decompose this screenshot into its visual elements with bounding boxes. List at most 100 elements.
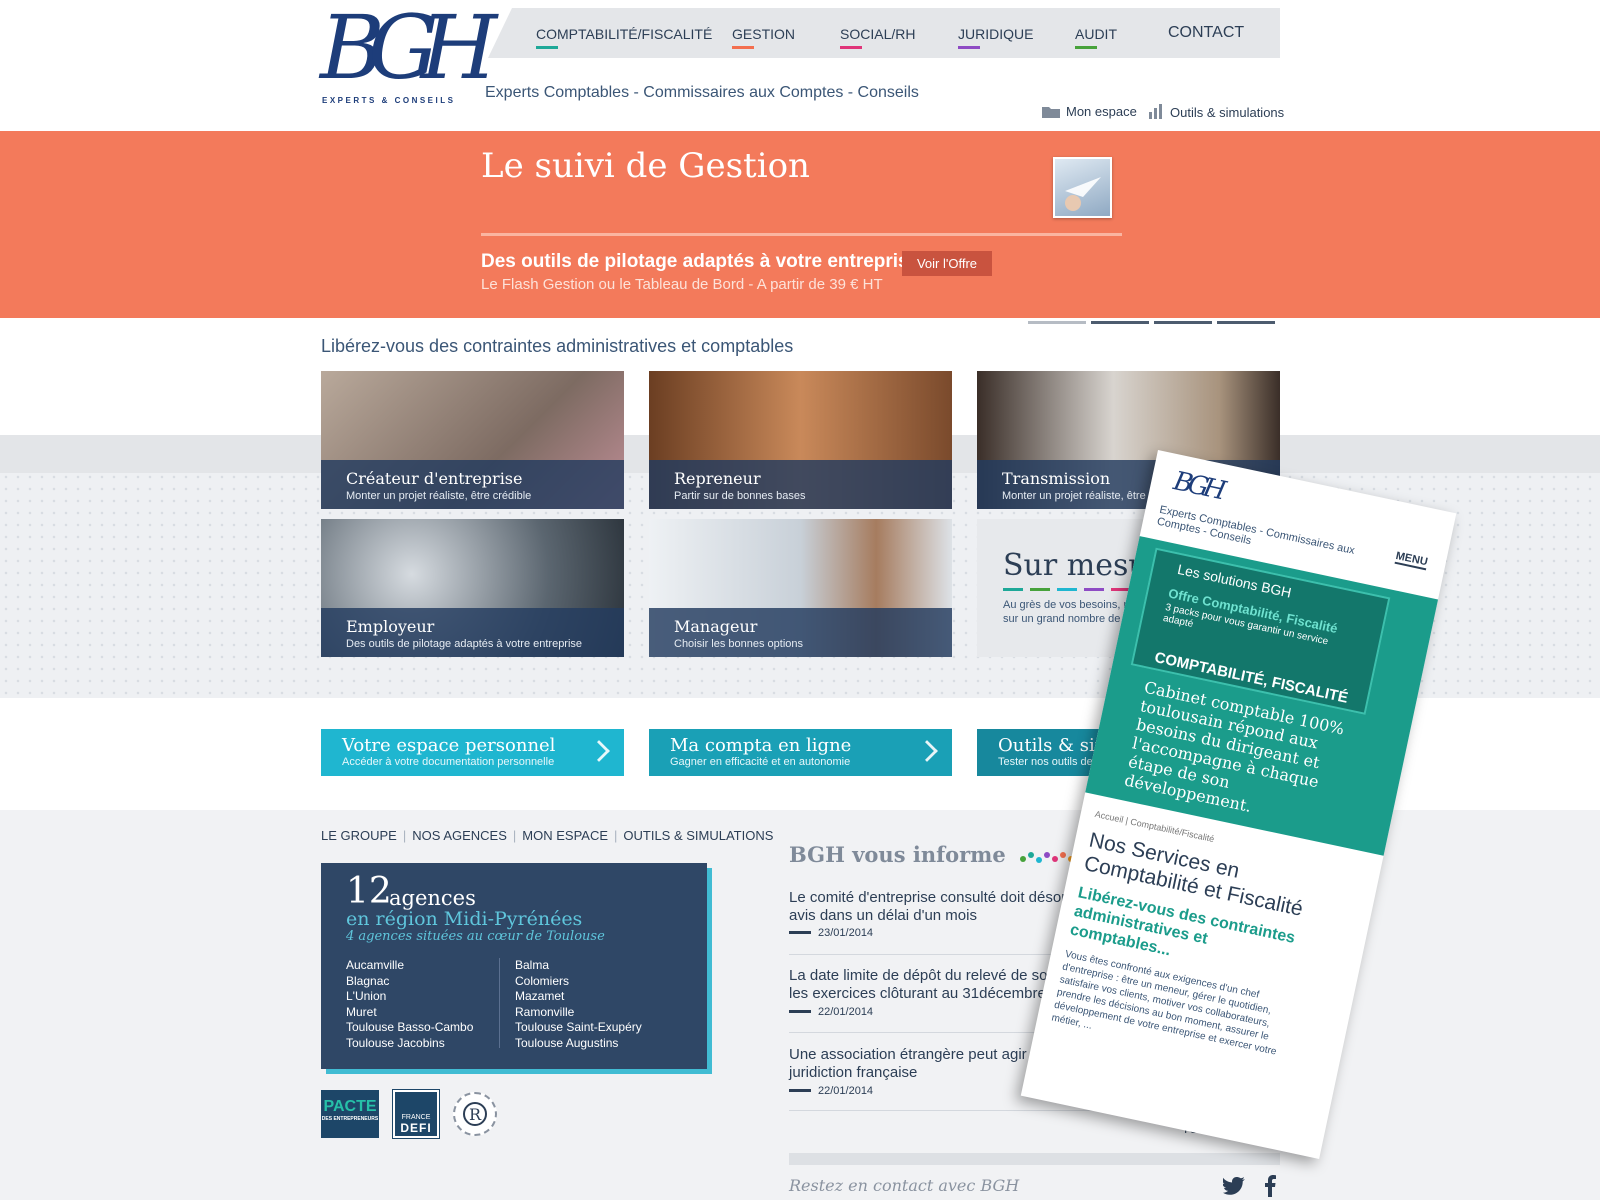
swatch bbox=[1084, 588, 1104, 591]
mon-espace-label: Mon espace bbox=[1066, 104, 1137, 119]
footer-link-outils[interactable]: OUTILS & SIMULATIONS bbox=[623, 828, 773, 843]
agency-count: 12 bbox=[346, 871, 392, 912]
seal-mark: R bbox=[463, 1102, 487, 1126]
agency-item[interactable]: Toulouse Augustins bbox=[515, 1036, 642, 1052]
agency-item[interactable]: Muret bbox=[346, 1005, 473, 1021]
agency-item[interactable]: Colomiers bbox=[515, 974, 642, 990]
card-caption: Repreneur Partir sur de bonnes bases bbox=[649, 460, 952, 509]
agency-item[interactable]: L'Union bbox=[346, 989, 473, 1005]
agency-item[interactable]: Blagnac bbox=[346, 974, 473, 990]
mobile-menu-button[interactable]: MENU bbox=[1394, 549, 1429, 571]
quality-seal-icon[interactable]: R bbox=[453, 1092, 497, 1136]
footer-links: LE GROUPE | NOS AGENCES | MON ESPACE | OUTILS … bbox=[321, 828, 773, 843]
swatch bbox=[1057, 588, 1077, 591]
agencies-box: 12 agences en région Midi-Pyrénées 4 age… bbox=[321, 863, 707, 1069]
contact-bar bbox=[789, 1153, 1280, 1165]
slider-dot-1[interactable] bbox=[1028, 321, 1086, 324]
cta-compta-en-ligne[interactable]: Ma compta en ligne Gagner en efficacité e… bbox=[649, 729, 952, 776]
france-defi-badge[interactable]: FRANCE DEFI bbox=[392, 1089, 440, 1139]
outils-link[interactable]: Outils & simulations bbox=[1148, 104, 1284, 123]
nav-audit[interactable]: AUDIT bbox=[1075, 26, 1117, 49]
nav-gestion[interactable]: GESTION bbox=[732, 26, 796, 49]
card-title: Repreneur bbox=[674, 469, 761, 488]
nav-underline bbox=[732, 46, 754, 49]
logo-tagline: EXPERTS & CONSEILS bbox=[322, 96, 456, 105]
footer-link-agences[interactable]: NOS AGENCES bbox=[412, 828, 507, 843]
news-dash bbox=[789, 1089, 811, 1092]
card-employeur[interactable]: Employeur Des outils de pilotage adaptés … bbox=[321, 519, 624, 657]
news-date: 22/01/2014 bbox=[818, 1006, 874, 1018]
nav-social[interactable]: SOCIAL/RH bbox=[840, 26, 916, 49]
agency-item[interactable]: Toulouse Jacobins bbox=[346, 1036, 473, 1052]
paper-plane-icon bbox=[1065, 177, 1101, 211]
nav-label: GESTION bbox=[732, 26, 796, 42]
voir-offre-button[interactable]: Voir l'Offre bbox=[902, 251, 992, 276]
chevron-right-icon bbox=[588, 740, 610, 762]
card-title: Employeur bbox=[346, 617, 435, 636]
site-tagline: Experts Comptables - Commissaires aux Co… bbox=[485, 84, 919, 101]
agency-divider bbox=[499, 958, 500, 1048]
slider-dot-2[interactable] bbox=[1091, 321, 1149, 324]
nav-underline bbox=[536, 46, 558, 49]
news-heading: BGH vous informe bbox=[789, 842, 1075, 867]
nav-underline bbox=[1075, 46, 1097, 49]
badge-text: PACTE bbox=[323, 1098, 377, 1115]
news-dash bbox=[789, 1010, 811, 1013]
card-subtitle: Monter un projet réaliste, être crédible bbox=[346, 490, 532, 502]
agency-item[interactable]: Toulouse Basso-Cambo bbox=[346, 1020, 473, 1036]
hero-divider bbox=[481, 233, 1122, 236]
card-caption: Créateur d'entreprise Monter un projet ré… bbox=[321, 460, 624, 509]
card-subtitle: Choisir les bonnes options bbox=[674, 638, 804, 650]
chevron-right-icon bbox=[916, 740, 938, 762]
slider-dot-4[interactable] bbox=[1217, 321, 1275, 324]
nav-contact[interactable]: CONTACT bbox=[1168, 24, 1244, 42]
mon-espace-link[interactable]: Mon espace bbox=[1042, 104, 1137, 121]
agency-item[interactable]: Aucamville bbox=[346, 958, 473, 974]
dots-decoration-icon bbox=[1020, 851, 1075, 863]
twitter-icon[interactable] bbox=[1222, 1177, 1245, 1200]
bgh-logo[interactable]: BGH EXPERTS & CONSEILS bbox=[320, 4, 497, 129]
agency-item[interactable]: Balma bbox=[515, 958, 642, 974]
card-manageur[interactable]: Manageur Choisir les bonnes options bbox=[649, 519, 952, 657]
nav-comptabilite[interactable]: COMPTABILITÉ/FISCALITÉ bbox=[536, 26, 713, 49]
card-subtitle: Des outils de pilotage adaptés à votre e… bbox=[346, 638, 583, 650]
separator: | bbox=[614, 828, 618, 843]
nav-juridique[interactable]: JURIDIQUE bbox=[958, 26, 1034, 49]
facebook-icon[interactable] bbox=[1264, 1175, 1276, 1200]
pacte-badge[interactable]: PACTE DES ENTREPRENEURS bbox=[321, 1090, 379, 1138]
footer-link-groupe[interactable]: LE GROUPE bbox=[321, 828, 397, 843]
logo-letters: BGH bbox=[320, 0, 497, 99]
hero-title: Le suivi de Gestion bbox=[481, 146, 810, 186]
folder-icon bbox=[1042, 105, 1060, 121]
card-repreneur[interactable]: Repreneur Partir sur de bonnes bases bbox=[649, 371, 952, 509]
cta-subtitle: Accéder à votre documentation personnell… bbox=[342, 756, 555, 768]
cta-title: Votre espace personnel bbox=[342, 735, 556, 756]
nav-label: AUDIT bbox=[1075, 26, 1117, 42]
outils-label: Outils & simulations bbox=[1170, 104, 1285, 120]
card-title: Manageur bbox=[674, 617, 758, 636]
nav-underline bbox=[840, 46, 862, 49]
card-caption: Employeur Des outils de pilotage adaptés … bbox=[321, 608, 624, 657]
card-createur[interactable]: Créateur d'entreprise Monter un projet ré… bbox=[321, 371, 624, 509]
nav-label: SOCIAL/RH bbox=[840, 26, 916, 42]
swatch bbox=[1003, 588, 1023, 591]
bar-chart-icon bbox=[1148, 104, 1164, 123]
main-nav: COMPTABILITÉ/FISCALITÉ GESTION SOCIAL/RH… bbox=[488, 8, 1280, 58]
contact-text: Restez en contact avec BGH bbox=[789, 1176, 1020, 1195]
cta-espace-personnel[interactable]: Votre espace personnel Accéder à votre do… bbox=[321, 729, 624, 776]
badge-sub: DES ENTREPRENEURS bbox=[321, 1116, 379, 1122]
separator: | bbox=[512, 828, 517, 843]
nav-label: JURIDIQUE bbox=[958, 26, 1034, 42]
agency-item[interactable]: Mazamet bbox=[515, 989, 642, 1005]
agency-item[interactable]: Ramonville bbox=[515, 1005, 642, 1021]
agency-item[interactable]: Toulouse Saint-Exupéry bbox=[515, 1020, 642, 1036]
agency-list-left: Aucamville Blagnac L'Union Muret Toulous… bbox=[346, 958, 473, 1051]
card-caption: Manageur Choisir les bonnes options bbox=[649, 608, 952, 657]
slider-dot-3[interactable] bbox=[1154, 321, 1212, 324]
hero-thumbnail[interactable] bbox=[1053, 157, 1112, 218]
footer-link-espace[interactable]: MON ESPACE bbox=[522, 828, 608, 843]
agency-label: agences bbox=[389, 886, 476, 910]
badge-text: FRANCE bbox=[401, 1114, 431, 1121]
mobile-logo[interactable]: BGH bbox=[1171, 466, 1224, 505]
nav-label: COMPTABILITÉ/FISCALITÉ bbox=[536, 26, 713, 42]
